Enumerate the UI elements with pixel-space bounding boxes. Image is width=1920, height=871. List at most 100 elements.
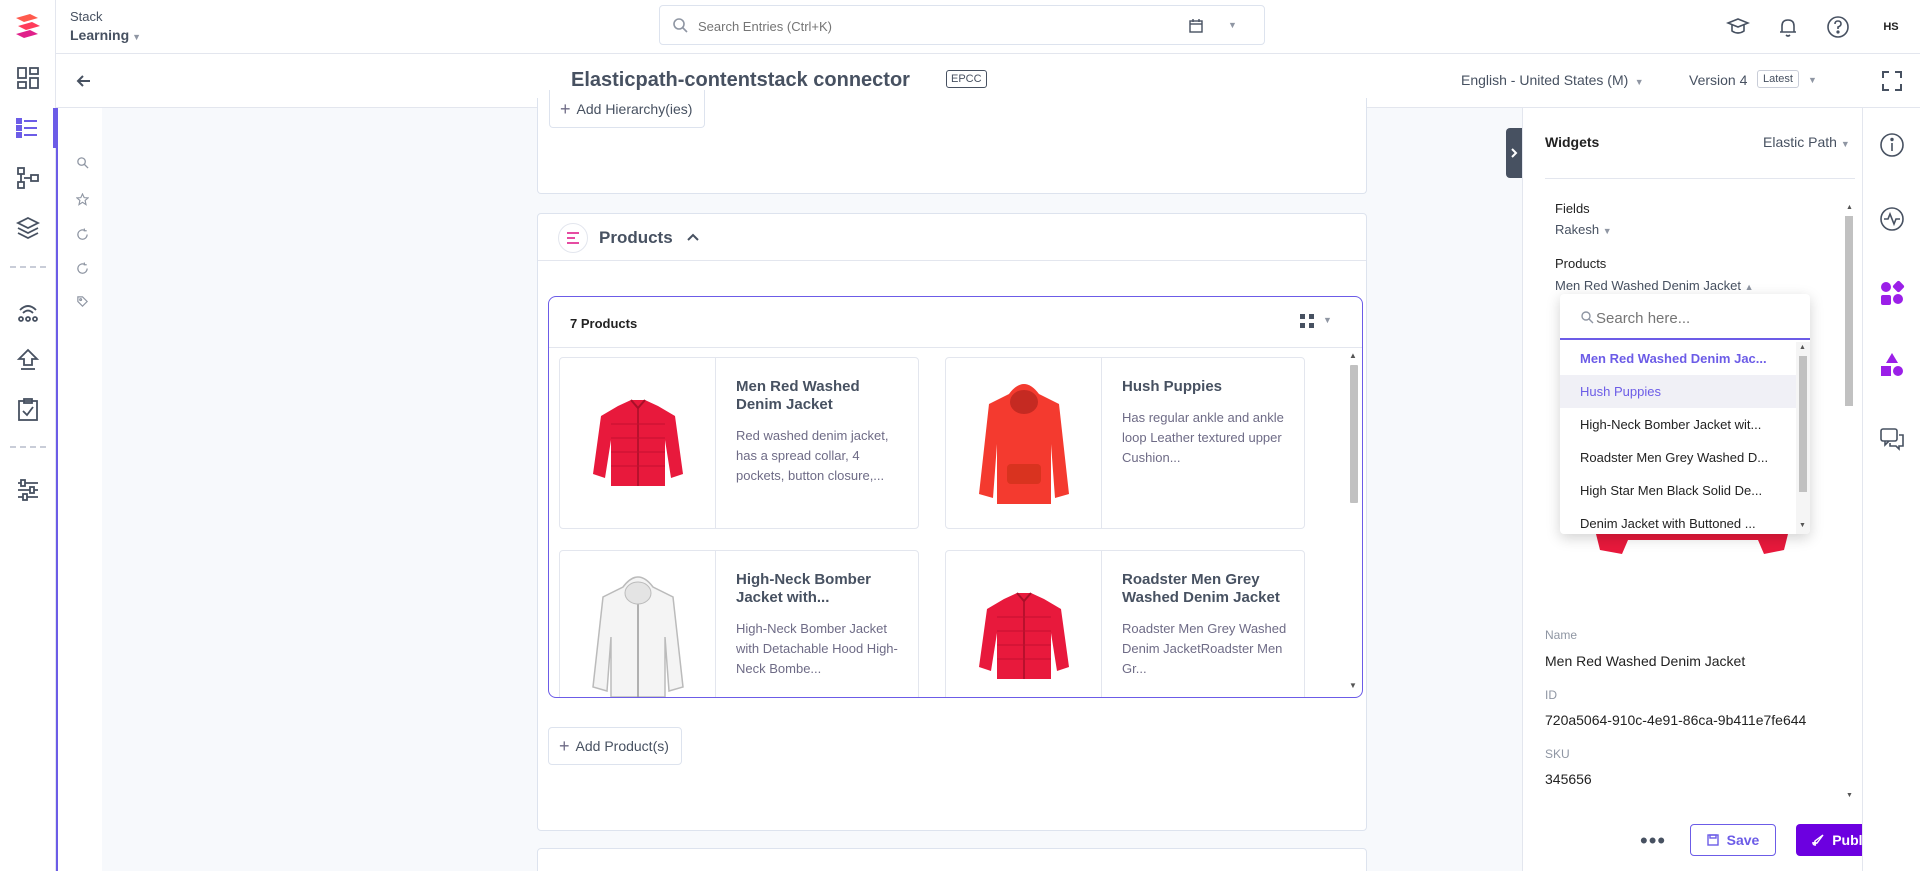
dropdown-option[interactable]: Men Red Washed Denim Jac... <box>1560 342 1796 375</box>
product-description: Has regular ankle and ankle loop Leather… <box>1122 410 1284 465</box>
search-input[interactable] <box>698 15 1138 37</box>
product-card[interactable]: Roadster Men Grey Washed Denim Jacket Ro… <box>945 550 1305 697</box>
top-actions: HS <box>1726 0 1920 54</box>
contentstack-logo-icon[interactable] <box>12 12 44 40</box>
shapes-icon[interactable] <box>1879 352 1905 378</box>
widget-scrollbar[interactable]: ▲ ▼ <box>1843 204 1855 804</box>
deploy-icon[interactable] <box>0 340 56 380</box>
version-chevron-icon[interactable]: ▼ <box>1808 75 1817 85</box>
product-name: High-Neck Bomber Jacket with... <box>736 571 872 606</box>
grid-view-icon[interactable] <box>1299 313 1315 329</box>
search-filter-chevron-icon[interactable]: ▼ <box>1228 20 1237 30</box>
view-chevron-icon[interactable]: ▼ <box>1323 315 1332 325</box>
search-icon <box>673 18 688 33</box>
stack-name: Stack <box>70 9 103 24</box>
calendar-icon[interactable] <box>1188 18 1204 34</box>
product-card[interactable]: Hush Puppies Has regular ankle and ankle… <box>945 357 1305 529</box>
scroll-down-icon[interactable]: ▼ <box>1846 792 1853 799</box>
tag-icon[interactable] <box>76 295 89 308</box>
dropdown-option[interactable]: High-Neck Bomber Jacket wit... <box>1560 408 1796 441</box>
sku-value: 345656 <box>1545 771 1592 787</box>
chevron-up-icon[interactable] <box>686 232 700 242</box>
info-icon[interactable] <box>1879 132 1905 158</box>
product-image <box>560 551 716 697</box>
assets-icon[interactable] <box>0 208 56 248</box>
activity-icon[interactable] <box>1879 206 1905 232</box>
product-name: Roadster Men Grey Washed Denim Jacket <box>1122 571 1280 606</box>
releases-icon[interactable] <box>0 292 56 332</box>
scrollbar-thumb[interactable] <box>1350 365 1358 503</box>
name-label: Name <box>1545 628 1578 642</box>
product-name: Men Red Washed Denim Jacket <box>736 378 860 413</box>
widgets-title: Widgets <box>1545 134 1600 150</box>
chevron-down-icon: ▼ <box>1602 226 1612 236</box>
products-list: 7 Products ▼ Men Red Washed Denim Jacket… <box>548 296 1363 698</box>
star-icon[interactable] <box>76 193 89 206</box>
fullscreen-icon[interactable] <box>1880 69 1904 93</box>
global-search[interactable]: ▼ <box>659 5 1265 45</box>
dropdown-search-input[interactable] <box>1596 306 1796 330</box>
scroll-down-icon[interactable]: ▼ <box>1799 522 1806 529</box>
user-avatar[interactable]: HS <box>1876 12 1906 42</box>
more-options-icon[interactable]: ••• <box>1640 828 1666 854</box>
save-button[interactable]: Save <box>1690 824 1776 856</box>
entry-actions: ••• Save Publish <box>1522 818 1898 866</box>
version-selector[interactable]: Version 4 <box>1689 72 1747 88</box>
settings-icon[interactable] <box>0 470 56 510</box>
scroll-up-icon[interactable]: ▲ <box>1349 351 1357 360</box>
rail-divider <box>10 266 46 268</box>
product-description: Roadster Men Grey Washed Denim JacketRoa… <box>1122 621 1287 676</box>
collapse-panel-button[interactable] <box>1506 128 1522 178</box>
search-icon[interactable] <box>76 156 89 169</box>
version-label: Version 4 <box>1689 72 1748 88</box>
product-image <box>560 358 716 528</box>
dropdown-option[interactable]: Denim Jacket with Buttoned ... <box>1560 507 1796 534</box>
notifications-bell-icon[interactable] <box>1776 15 1800 39</box>
dropdown-option[interactable]: Roadster Men Grey Washed D... <box>1560 441 1796 474</box>
dropdown-option[interactable]: Hush Puppies <box>1560 375 1796 408</box>
dropdown-option[interactable]: High Star Men Black Solid De... <box>1560 474 1796 507</box>
products-section: Products 7 Products ▼ Men Red Washed Den… <box>537 213 1367 831</box>
products-scrollbar[interactable]: ▲ ▼ <box>1346 349 1360 693</box>
section-divider <box>538 260 1366 261</box>
refresh-icon[interactable] <box>76 228 89 241</box>
product-card[interactable]: High-Neck Bomber Jacket with... High-Nec… <box>559 550 919 697</box>
academy-icon[interactable] <box>1726 15 1750 39</box>
fields-label: Fields <box>1555 201 1590 216</box>
products-dropdown: Men Red Washed Denim Jac... Hush Puppies… <box>1560 294 1810 534</box>
scroll-down-icon[interactable]: ▼ <box>1349 681 1357 690</box>
red-jacket-image <box>592 399 683 486</box>
dropdown-scrollbar[interactable]: ▲ ▼ <box>1796 342 1810 534</box>
product-name: Hush Puppies <box>1122 378 1223 395</box>
white-hoodie-image <box>591 576 684 697</box>
dropdown-search[interactable] <box>1560 294 1810 340</box>
scroll-up-icon[interactable]: ▲ <box>1846 204 1853 211</box>
panel-divider <box>1545 178 1855 179</box>
red-hoodie-image <box>978 384 1069 504</box>
refresh-icon[interactable] <box>76 262 89 275</box>
back-arrow-icon[interactable] <box>74 71 94 91</box>
locale-selector[interactable]: English - United States (M) ▼ <box>1461 72 1644 88</box>
widget-selector[interactable]: Elastic Path ▼ <box>1763 134 1850 150</box>
scrollbar-thumb[interactable] <box>1799 356 1807 492</box>
add-product-button[interactable]: + Add Product(s) <box>548 727 682 765</box>
help-icon[interactable] <box>1826 15 1850 39</box>
branch-selector[interactable]: Learning ▼ <box>70 27 141 43</box>
tasks-icon[interactable] <box>0 390 56 430</box>
products-section-title: Products <box>599 228 673 247</box>
add-hierarchy-button[interactable]: + Add Hierarchy(ies) <box>549 90 706 128</box>
fields-selector[interactable]: Rakesh ▼ <box>1555 222 1612 237</box>
scrollbar-thumb[interactable] <box>1845 216 1853 406</box>
name-value: Men Red Washed Denim Jacket <box>1545 653 1746 669</box>
entries-icon[interactable] <box>0 108 56 148</box>
dashboard-icon[interactable] <box>0 58 56 98</box>
products-selector[interactable]: Men Red Washed Denim Jacket ▲ <box>1555 278 1753 293</box>
scroll-up-icon[interactable]: ▲ <box>1799 344 1806 351</box>
chevron-down-icon: ▼ <box>132 32 142 42</box>
comments-icon[interactable] <box>1879 426 1905 452</box>
product-card[interactable]: Men Red Washed Denim Jacket Red washed d… <box>559 357 919 529</box>
widgets-icon[interactable] <box>1879 280 1905 306</box>
red-jacket-image <box>978 592 1069 679</box>
plus-icon: + <box>560 98 571 119</box>
content-models-icon[interactable] <box>0 158 56 198</box>
